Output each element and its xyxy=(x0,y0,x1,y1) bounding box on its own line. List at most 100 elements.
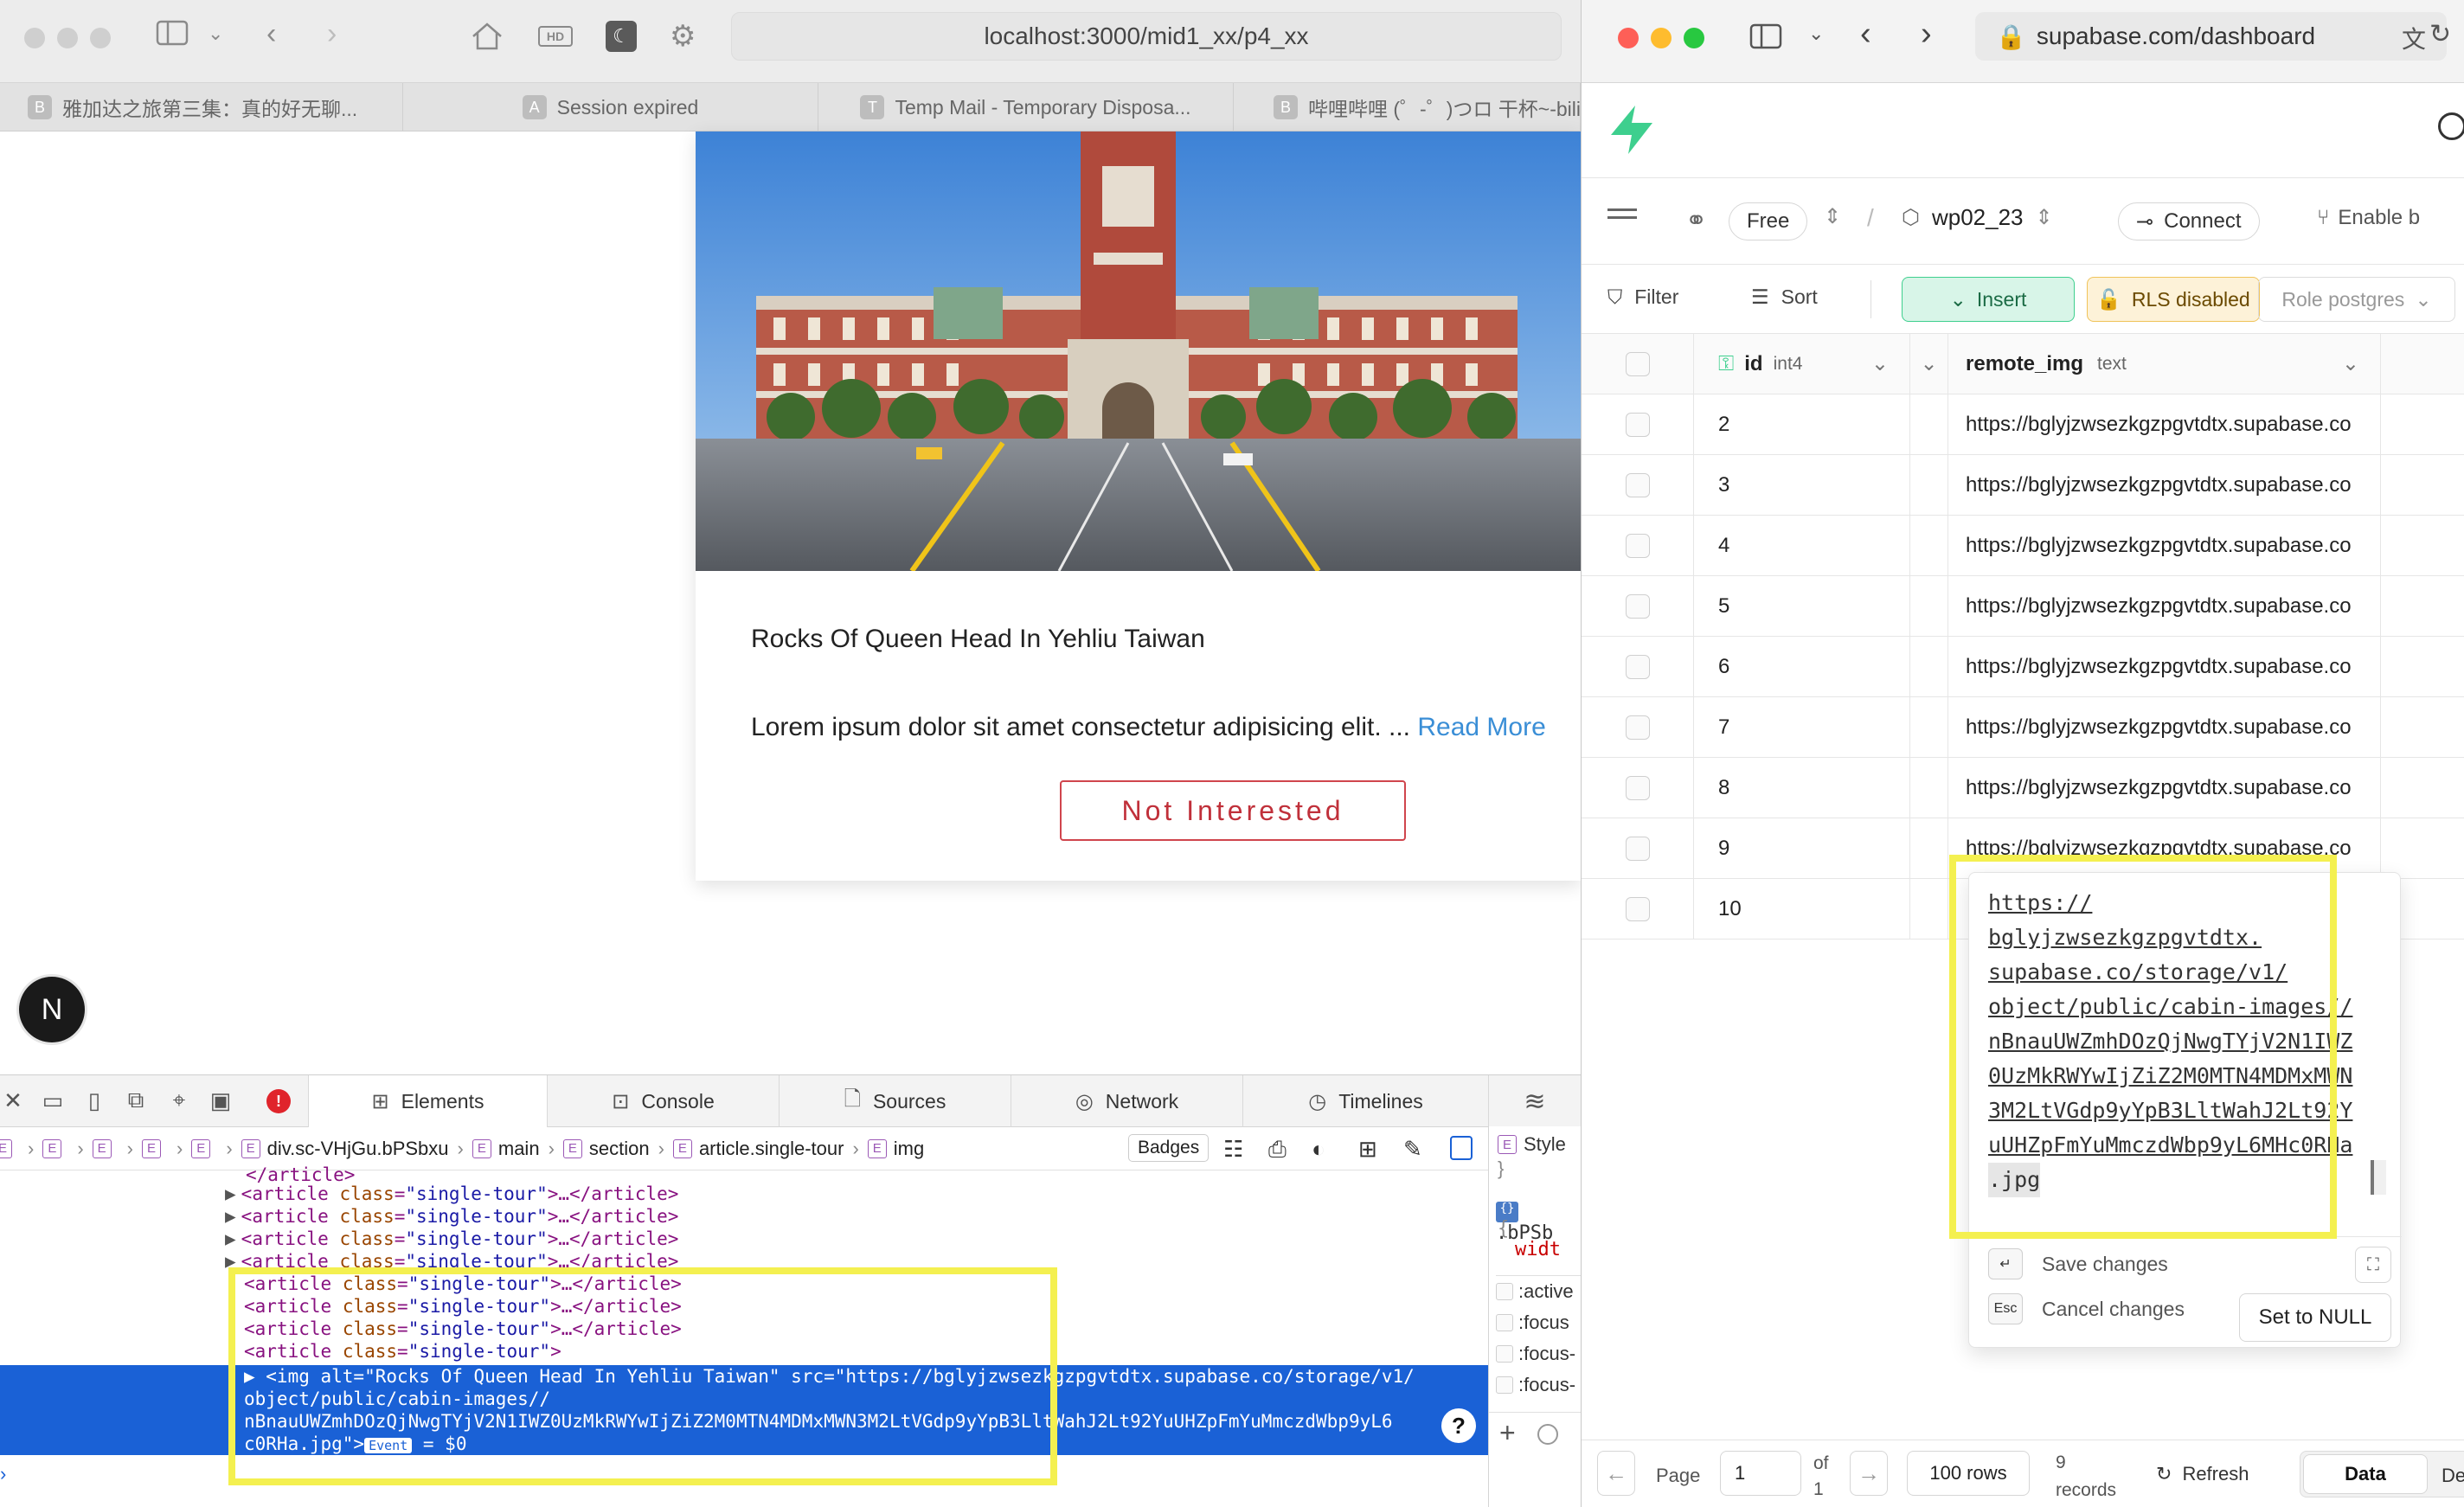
row-checkbox[interactable] xyxy=(1625,775,1650,800)
read-more-link[interactable]: Read More xyxy=(1417,713,1545,741)
dom-article-line[interactable]: ▶ <article class="single-tour">…</article… xyxy=(225,1228,678,1250)
tab-timelines[interactable]: ◷ Timelines xyxy=(1242,1075,1488,1127)
row-select-cell[interactable] xyxy=(1582,879,1694,939)
edit-pencil-icon[interactable]: ✎ xyxy=(1403,1136,1422,1163)
breadcrumb-img[interactable]: Eimg xyxy=(867,1138,924,1160)
cell-remote-img[interactable]: https://bglyjzwsezkgzpgvtdtx.supabase.co xyxy=(1948,576,2381,637)
row-select-cell[interactable] xyxy=(1582,637,1694,697)
cell-extra[interactable] xyxy=(1910,697,1948,758)
breadcrumb-ancestor[interactable]: E xyxy=(0,1138,19,1158)
tab-session-expired[interactable]: A Session expired xyxy=(403,83,818,131)
supabase-logo-icon[interactable] xyxy=(1607,104,1656,160)
row-checkbox[interactable] xyxy=(1625,715,1650,740)
cell-extra[interactable] xyxy=(1910,879,1948,939)
minimize-traffic-light[interactable] xyxy=(57,28,78,48)
forward-arrow-icon[interactable]: › xyxy=(327,17,337,51)
device-icon[interactable]: ▣ xyxy=(208,1087,234,1113)
row-select-cell[interactable] xyxy=(1582,394,1694,455)
filter-button[interactable]: ⛉ Filter xyxy=(1607,285,1678,309)
cell-id[interactable]: 5 xyxy=(1694,576,1910,637)
row-checkbox[interactable] xyxy=(1625,593,1650,619)
tab-elements[interactable]: ⊞ Elements xyxy=(308,1075,547,1127)
cell-extra[interactable] xyxy=(1910,516,1948,576)
breadcrumb-ancestor[interactable]: E xyxy=(92,1138,119,1158)
cell-remote-img[interactable]: https://bglyjzwsezkgzpgvtdtx.supabase.co xyxy=(1948,394,2381,455)
cell-remote-img[interactable]: https://bglyjzwsezkgzpgvtdtx.supabase.co xyxy=(1948,697,2381,758)
expand-triangle-icon[interactable]: ▶ xyxy=(225,1228,236,1249)
expand-triangle-icon[interactable]: ▶ xyxy=(225,1206,236,1227)
cell-extra[interactable] xyxy=(1910,818,1948,879)
row-checkbox[interactable] xyxy=(1625,533,1650,558)
minimize-traffic-light[interactable] xyxy=(1651,28,1672,48)
rls-disabled-button[interactable]: 🔓 RLS disabled xyxy=(2087,277,2260,322)
refresh-button[interactable]: ↻ Refresh xyxy=(2156,1463,2249,1485)
row-checkbox[interactable] xyxy=(1625,472,1650,497)
cell-id[interactable]: 8 xyxy=(1694,758,1910,818)
save-changes-row[interactable]: ↵ Save changes xyxy=(1988,1248,2168,1279)
next-page-icon[interactable]: → xyxy=(1850,1451,1888,1496)
search-icon[interactable] xyxy=(2438,112,2464,140)
translate-icon[interactable]: 文 xyxy=(2402,21,2426,55)
chevron-down-icon[interactable]: ⌄ xyxy=(1871,351,1889,376)
column-header-extra[interactable]: ⌄ xyxy=(1910,334,1948,394)
cell-id[interactable]: 9 xyxy=(1694,818,1910,879)
print-icon[interactable]: ⎙ xyxy=(1268,1136,1287,1164)
cell-remote-img[interactable]: https://bglyjzwsezkgzpgvtdtx.supabase.co xyxy=(1948,758,2381,818)
breadcrumb-div[interactable]: Ediv.sc-VHjGu.bPSbxu xyxy=(241,1138,449,1160)
role-selector[interactable]: Role postgres ⌄ xyxy=(2258,277,2455,322)
pseudo-active[interactable]: :active xyxy=(1496,1280,1574,1303)
expand-icon[interactable]: ⛶ xyxy=(2355,1247,2391,1283)
select-all-checkbox[interactable] xyxy=(1625,351,1650,376)
row-checkbox[interactable] xyxy=(1625,412,1650,437)
back-arrow-icon[interactable]: ‹ xyxy=(1860,16,1871,53)
row-select-cell[interactable] xyxy=(1582,758,1694,818)
tab-network[interactable]: ◎ Network xyxy=(1011,1075,1242,1127)
zoom-traffic-light[interactable] xyxy=(90,28,111,48)
breadcrumb-ancestor[interactable]: E xyxy=(191,1138,217,1158)
row-checkbox[interactable] xyxy=(1625,654,1650,679)
row-select-cell[interactable] xyxy=(1582,697,1694,758)
cell-extra[interactable] xyxy=(1910,576,1948,637)
tab-console[interactable]: ⊡ Console xyxy=(547,1075,779,1127)
data-view-tab[interactable]: Data xyxy=(2303,1454,2428,1494)
column-header-remote-img[interactable]: remote_img text ⌄ xyxy=(1948,334,2381,394)
definition-view-tab[interactable]: De xyxy=(2442,1465,2464,1487)
dock-bottom-icon[interactable]: ▭ xyxy=(40,1087,66,1113)
hd-icon[interactable]: HD xyxy=(538,26,573,47)
page-input[interactable]: 1 xyxy=(1720,1451,1801,1496)
row-select-cell[interactable] xyxy=(1582,516,1694,576)
home-icon[interactable] xyxy=(470,21,504,56)
pseudo-focus[interactable]: :focus xyxy=(1496,1311,1569,1334)
close-devtools-icon[interactable]: ✕ xyxy=(0,1087,26,1113)
cell-extra[interactable] xyxy=(1910,637,1948,697)
cell-id[interactable]: 2 xyxy=(1694,394,1910,455)
error-icon[interactable]: ! xyxy=(266,1089,291,1113)
chevron-down-icon[interactable]: ⌄ xyxy=(2342,351,2359,376)
breadcrumb-main[interactable]: Emain xyxy=(472,1138,540,1160)
insert-button[interactable]: ⌄ Insert xyxy=(1902,277,2075,322)
row-select-cell[interactable] xyxy=(1582,455,1694,516)
address-bar[interactable]: 🔒 supabase.com/dashboard xyxy=(1975,12,2447,61)
cell-extra[interactable] xyxy=(1910,394,1948,455)
cell-remote-img[interactable]: https://bglyjzwsezkgzpgvtdtx.supabase.co xyxy=(1948,516,2381,576)
connect-button[interactable]: ⊸ Connect xyxy=(2118,202,2260,240)
element-picker-icon[interactable]: ⌖ xyxy=(166,1087,192,1113)
address-bar[interactable]: localhost:3000/mid1_xx/p4_xx xyxy=(731,12,1562,61)
chevron-down-icon[interactable]: ⌄ xyxy=(208,22,223,45)
cell-extra[interactable] xyxy=(1910,758,1948,818)
cell-id[interactable]: 6 xyxy=(1694,637,1910,697)
cell-extra[interactable] xyxy=(1910,455,1948,516)
menu-icon[interactable] xyxy=(1607,216,1637,219)
project-selector[interactable]: ⬡ wp02_23 ⇕ xyxy=(1902,204,2053,231)
dom-article-line[interactable]: ▶ <article class="single-tour">…</article… xyxy=(225,1205,678,1228)
badges-button[interactable]: Badges xyxy=(1128,1134,1210,1162)
enable-branching-button[interactable]: ⑂ Enable b xyxy=(2317,206,2420,230)
dom-article-line[interactable]: ▶ <article class="single-tour">…</article… xyxy=(225,1183,678,1205)
cell-id[interactable]: 3 xyxy=(1694,455,1910,516)
tab-sources[interactable]: 🗋 Sources xyxy=(779,1075,1011,1127)
forward-arrow-icon[interactable]: › xyxy=(1921,16,1932,53)
help-icon[interactable]: ? xyxy=(1441,1408,1476,1443)
add-rule-icon[interactable]: + xyxy=(1499,1417,1516,1449)
dark-mode-icon[interactable]: ☾ xyxy=(606,21,637,52)
reload-icon[interactable]: ↻ xyxy=(2429,19,2451,49)
